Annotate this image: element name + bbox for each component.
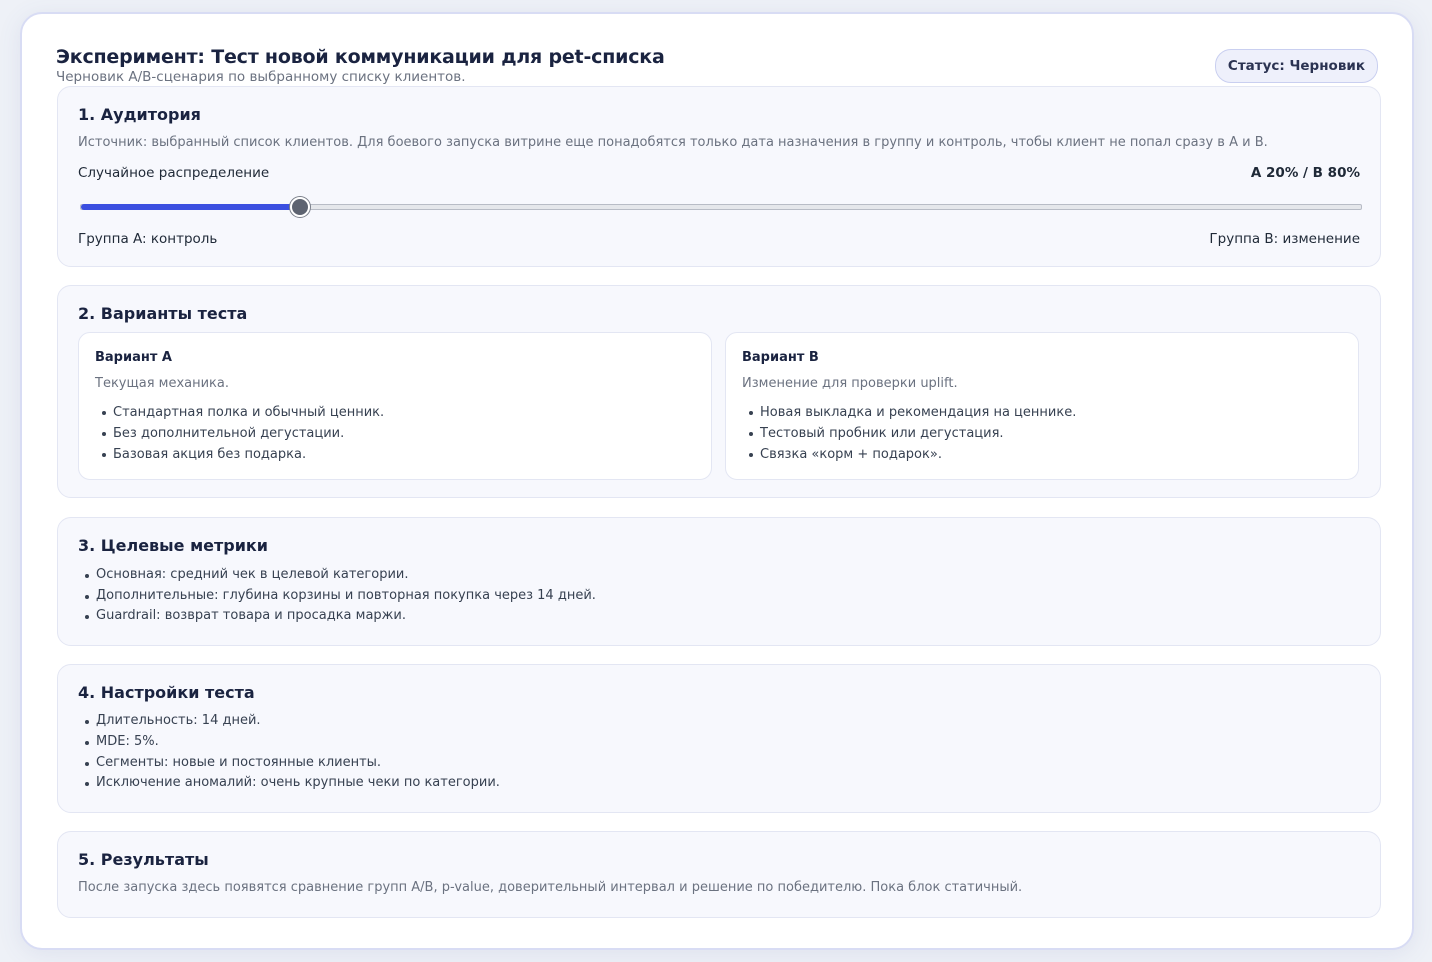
- results-description: После запуска здесь появятся сравнение г…: [78, 880, 1023, 895]
- split-value: A 20% / B 80%: [1250, 165, 1360, 181]
- audience-heading: 1. Аудитория: [78, 105, 201, 124]
- list-item: Guardrail: возврат товара и просадка мар…: [78, 606, 596, 627]
- list-item: Исключение аномалий: очень крупные чеки …: [78, 773, 500, 794]
- status-badge: Статус: Черновик: [1214, 49, 1378, 83]
- list-item: Тестовый пробник или дегустация.: [742, 423, 1076, 444]
- variant-a-card: Вариант A Текущая механика. Стандартная …: [78, 332, 712, 480]
- list-item: Основная: средний чек в целевой категори…: [78, 565, 596, 586]
- variant-b-list: Новая выкладка и рекомендация на ценнике…: [742, 402, 1076, 465]
- list-item: Длительность: 14 дней.: [78, 711, 500, 732]
- variants-heading: 2. Варианты теста: [78, 304, 248, 323]
- metrics-heading: 3. Целевые метрики: [78, 536, 268, 555]
- page-title: Эксперимент: Тест новой коммуникации для…: [56, 46, 665, 68]
- settings-heading: 4. Настройки теста: [78, 683, 255, 702]
- list-item: Связка «корм + подарок».: [742, 444, 1076, 465]
- list-item: Без дополнительной дегустации.: [95, 423, 384, 444]
- metrics-section: 3. Целевые метрики Основная: средний чек…: [57, 517, 1381, 646]
- page-subtitle: Черновик A/B-сценария по выбранному спис…: [56, 69, 466, 85]
- group-b-label: Группа B: изменение: [1209, 231, 1360, 247]
- list-item: Базовая акция без подарка.: [95, 444, 384, 465]
- results-heading: 5. Результаты: [78, 850, 209, 869]
- settings-list: Длительность: 14 дней. MDE: 5%. Сегменты…: [78, 711, 500, 794]
- audience-description: Источник: выбранный список клиентов. Для…: [78, 135, 1268, 150]
- variant-b-card: Вариант B Изменение для проверки uplift.…: [725, 332, 1359, 480]
- split-slider[interactable]: [80, 197, 1362, 217]
- experiment-panel: Эксперимент: Тест новой коммуникации для…: [20, 12, 1414, 950]
- settings-section: 4. Настройки теста Длительность: 14 дней…: [57, 664, 1381, 813]
- variant-b-title: Вариант B: [742, 350, 819, 365]
- list-item: Сегменты: новые и постоянные клиенты.: [78, 753, 500, 774]
- audience-section: 1. Аудитория Источник: выбранный список …: [57, 86, 1381, 267]
- list-item: Дополнительные: глубина корзины и повтор…: [78, 586, 596, 607]
- list-item: Новая выкладка и рекомендация на ценнике…: [742, 402, 1076, 423]
- list-item: Стандартная полка и обычный ценник.: [95, 402, 384, 423]
- split-slider-fill: [81, 204, 299, 210]
- metrics-list: Основная: средний чек в целевой категори…: [78, 565, 596, 627]
- variant-a-description: Текущая механика.: [95, 376, 230, 391]
- group-a-label: Группа A: контроль: [78, 231, 218, 247]
- results-section: 5. Результаты После запуска здесь появят…: [57, 831, 1381, 918]
- split-slider-thumb[interactable]: [289, 197, 310, 217]
- list-item: MDE: 5%.: [78, 732, 500, 753]
- variant-b-description: Изменение для проверки uplift.: [742, 376, 958, 391]
- split-slider-label: Случайное распределение: [78, 165, 270, 181]
- variant-a-list: Стандартная полка и обычный ценник. Без …: [95, 402, 384, 465]
- variant-a-title: Вариант A: [95, 350, 172, 365]
- variants-section: 2. Варианты теста Вариант A Текущая меха…: [57, 285, 1381, 498]
